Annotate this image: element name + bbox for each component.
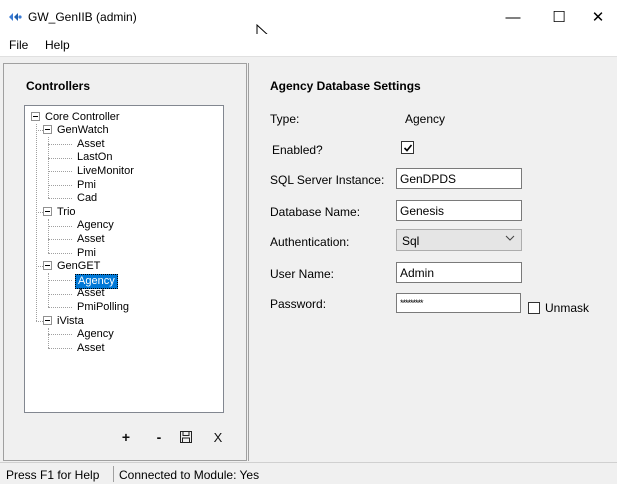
window-title: GW_GenIIB (admin) bbox=[28, 10, 137, 24]
password-label: Password: bbox=[270, 297, 327, 311]
tree-leaf-node[interactable]: Pmi bbox=[75, 247, 98, 260]
tree-connector bbox=[48, 157, 72, 159]
main-content: Controllers Core Controller GenWatch Asset… bbox=[0, 56, 617, 462]
unmask-label: Unmask bbox=[545, 301, 590, 315]
tree-connector bbox=[36, 212, 43, 213]
tree-connector bbox=[48, 273, 49, 308]
delete-button[interactable]: X bbox=[210, 429, 226, 445]
panel-divider[interactable] bbox=[248, 63, 249, 461]
tree-connector bbox=[48, 252, 72, 254]
save-button[interactable] bbox=[178, 429, 194, 445]
tree-leaf-node[interactable]: LastOn bbox=[75, 151, 114, 164]
tree-connector bbox=[48, 171, 72, 173]
tree-group-node[interactable]: Trio bbox=[55, 206, 78, 219]
status-connection: Connected to Module: Yes bbox=[119, 468, 260, 482]
tree-root-node[interactable]: Core Controller bbox=[43, 111, 122, 124]
menu-file[interactable]: File bbox=[9, 38, 28, 52]
authentication-select[interactable]: Sql bbox=[396, 229, 522, 251]
tree-connector bbox=[48, 307, 72, 309]
title-bar: GW_GenIIB (admin) — ☐ ✕ bbox=[0, 0, 617, 34]
collapse-icon[interactable] bbox=[43, 207, 52, 216]
menu-bar: File Help bbox=[0, 34, 617, 56]
tree-connector bbox=[48, 348, 72, 349]
tree-leaf-node[interactable]: PmiPolling bbox=[75, 301, 131, 314]
tree-connector bbox=[48, 218, 49, 253]
tree-connector bbox=[48, 334, 72, 336]
database-name-label: Database Name: bbox=[270, 205, 361, 219]
tree-group-node[interactable]: iVista bbox=[55, 315, 86, 328]
type-label: Type: bbox=[270, 112, 300, 126]
tree-leaf-node[interactable]: Asset bbox=[75, 342, 107, 355]
tree-connector bbox=[48, 280, 72, 281]
collapse-icon[interactable] bbox=[31, 111, 40, 121]
tree-connector bbox=[36, 123, 37, 321]
tree-leaf-node[interactable]: Pmi bbox=[75, 179, 98, 192]
tree-leaf-node[interactable]: Cad bbox=[75, 192, 99, 205]
collapse-icon[interactable] bbox=[43, 125, 52, 135]
chevron-down-icon bbox=[505, 233, 515, 246]
tree-connector bbox=[48, 225, 72, 227]
tree-connector bbox=[48, 239, 72, 241]
sql-instance-input[interactable] bbox=[396, 168, 522, 189]
save-icon bbox=[180, 431, 192, 443]
tree-leaf-node[interactable]: Agency bbox=[75, 219, 116, 232]
status-bar: Press F1 for Help Connected to Module: Y… bbox=[0, 462, 617, 484]
checkmark-icon bbox=[403, 143, 412, 152]
tree-group-node[interactable]: GenGET bbox=[55, 260, 102, 273]
collapse-icon[interactable] bbox=[43, 261, 52, 271]
status-help: Press F1 for Help bbox=[6, 468, 100, 482]
controllers-heading: Controllers bbox=[26, 79, 91, 93]
minimize-button[interactable]: — bbox=[490, 0, 536, 34]
enabled-checkbox[interactable] bbox=[401, 141, 414, 154]
close-button[interactable]: ✕ bbox=[575, 0, 617, 34]
app-icon bbox=[9, 13, 22, 21]
enabled-label: Enabled? bbox=[272, 143, 323, 157]
tree-group-node[interactable]: GenWatch bbox=[55, 124, 111, 137]
tree-connector bbox=[48, 137, 49, 199]
tree-connector bbox=[48, 198, 72, 200]
remove-button[interactable]: - bbox=[151, 429, 167, 445]
authentication-label: Authentication: bbox=[270, 235, 350, 249]
tree-connector bbox=[48, 184, 72, 186]
collapse-icon[interactable] bbox=[43, 315, 52, 325]
sql-instance-label: SQL Server Instance: bbox=[270, 173, 385, 187]
tree-leaf-node[interactable]: Asset bbox=[75, 233, 107, 246]
controllers-tree[interactable]: Core Controller GenWatch Asset LastOn LiveMo… bbox=[24, 105, 224, 413]
status-separator bbox=[113, 466, 114, 482]
tree-leaf-node[interactable]: LiveMonitor bbox=[75, 165, 136, 178]
password-input[interactable] bbox=[396, 293, 521, 313]
tree-connector bbox=[36, 130, 43, 132]
tree-leaf-node[interactable]: Asset bbox=[75, 138, 107, 151]
settings-heading: Agency Database Settings bbox=[270, 79, 421, 93]
tree-connector bbox=[36, 320, 43, 322]
user-name-label: User Name: bbox=[270, 267, 335, 281]
tree-connector bbox=[48, 327, 49, 348]
add-button[interactable]: + bbox=[118, 429, 134, 445]
user-name-input[interactable] bbox=[396, 262, 522, 283]
unmask-checkbox[interactable] bbox=[528, 302, 540, 314]
database-name-input[interactable] bbox=[396, 200, 522, 221]
type-value: Agency bbox=[405, 112, 446, 126]
authentication-value: Sql bbox=[402, 234, 420, 248]
tree-connector bbox=[48, 144, 72, 145]
tree-connector bbox=[36, 266, 43, 268]
menu-help[interactable]: Help bbox=[45, 38, 70, 52]
tree-leaf-node[interactable]: Agency bbox=[75, 328, 116, 341]
tree-leaf-node[interactable]: Asset bbox=[75, 287, 107, 300]
tree-connector bbox=[48, 293, 72, 295]
